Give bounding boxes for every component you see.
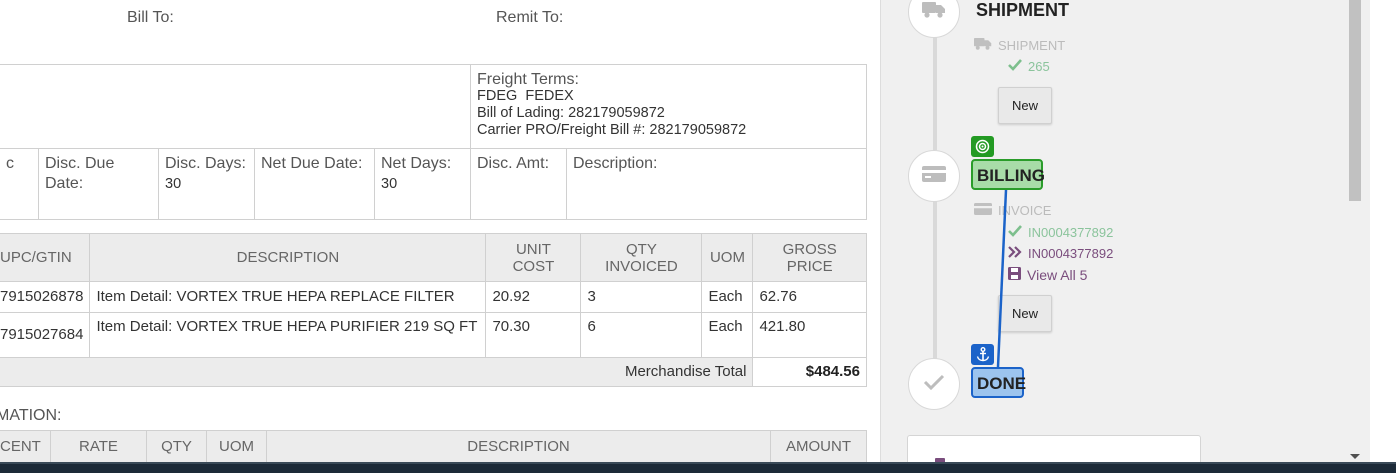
row-description: Item Detail: VORTEX TRUE HEPA REPLACE FI… [89, 281, 487, 313]
net-due-date-cell: Net Due Date: [254, 148, 375, 220]
col-description: DESCRIPTION [266, 430, 771, 462]
line-items-header: UPC/GTIN DESCRIPTION UNIT COST QTY INVOICE… [0, 233, 867, 282]
disc-days-value: 30 [165, 176, 182, 192]
col-uom: UOM [701, 233, 754, 282]
disc-amt-cell: Disc. Amt: [470, 148, 567, 220]
row-uom: Each [701, 281, 754, 313]
row-gross: 62.76 [752, 281, 867, 313]
disc-due-date-cell: Disc. Due Date: [38, 148, 159, 220]
freight-carrier: FDEG FEDEX [477, 88, 574, 104]
remit-to-label: Remit To: [496, 9, 564, 26]
col-description: DESCRIPTION [89, 233, 487, 282]
net-days-cell: Net Days: 30 [374, 148, 471, 220]
row-upc: 7915027684 [0, 312, 91, 358]
row-description: Item Detail: VORTEX TRUE HEPA PURIFIER 2… [89, 312, 487, 358]
col-qty-invoiced: QTY INVOICED [580, 233, 703, 282]
table-row: 7915027684 Item Detail: VORTEX TRUE HEPA… [0, 312, 867, 358]
merchandise-total-row: Merchandise Total $484.56 [0, 357, 867, 387]
row-uom: Each [701, 312, 754, 358]
scroll-down-arrow-icon[interactable] [1350, 454, 1360, 459]
col-unit-cost: UNIT COST [485, 233, 582, 282]
charges-table: CENT RATE QTY UOM DESCRIPTION AMOUNT [0, 430, 867, 462]
row-qty: 3 [580, 281, 703, 313]
disc-days-cell: Disc. Days: 30 [158, 148, 255, 220]
line-items-table: UPC/GTIN DESCRIPTION UNIT COST QTY INVOICE… [0, 233, 867, 387]
document-card[interactable] [907, 435, 1201, 462]
col-rate: RATE [50, 430, 147, 462]
done-stage-circle[interactable] [908, 358, 960, 410]
bill-to-label: Bill To: [127, 9, 174, 26]
payment-terms-table: c Disc. Due Date: Disc. Days: 30 Net Due … [0, 148, 867, 220]
freight-terms-cell: Freight Terms: FDEG FEDEX Bill of Lading… [470, 65, 867, 149]
col-gross-price: GROSS PRICE [752, 233, 867, 282]
row-upc: 7915026878 [0, 281, 91, 313]
col-amount: AMOUNT [770, 430, 867, 462]
check-icon [923, 374, 945, 395]
scrollbar[interactable] [1346, 0, 1363, 462]
taskbar [0, 462, 1396, 473]
invoice-document: Bill To: Remit To: Freight Terms: FDEG F… [0, 0, 880, 462]
anchor-icon[interactable] [971, 344, 994, 365]
section-title: MATION: [0, 407, 62, 424]
merchandise-total-label: Merchandise Total [0, 357, 754, 387]
scrollbar-thumb[interactable] [1349, 0, 1361, 201]
row-qty: 6 [580, 312, 703, 358]
bill-of-lading: Bill of Lading: 282179059872 [477, 105, 665, 121]
terms-cell-c: c [0, 148, 39, 220]
col-upc: UPC/GTIN [0, 233, 91, 282]
net-days-value: 30 [381, 176, 398, 192]
row-unit-cost: 20.92 [485, 281, 582, 313]
merchandise-total-value: $484.56 [752, 357, 867, 387]
charges-header: CENT RATE QTY UOM DESCRIPTION AMOUNT [0, 430, 867, 462]
description-cell: Description: [566, 148, 867, 220]
row-gross: 421.80 [752, 312, 867, 358]
row-unit-cost: 70.30 [485, 312, 582, 358]
freight-terms-label: Freight Terms: [477, 71, 579, 88]
col-percent: CENT [0, 430, 51, 462]
carrier-pro: Carrier PRO/Freight Bill #: 282179059872 [477, 122, 747, 138]
table-row: 7915026878 Item Detail: VORTEX TRUE HEPA… [0, 281, 867, 313]
freight-terms-box: Freight Terms: FDEG FEDEX Bill of Lading… [0, 64, 867, 149]
document-workflow-panel: SHIPMENT SHIPMENT 265 New BILLING INVOIC… [880, 0, 1370, 462]
done-stage-badge[interactable]: DONE [971, 367, 1026, 398]
col-uom: UOM [206, 430, 267, 462]
col-qty: QTY [146, 430, 207, 462]
